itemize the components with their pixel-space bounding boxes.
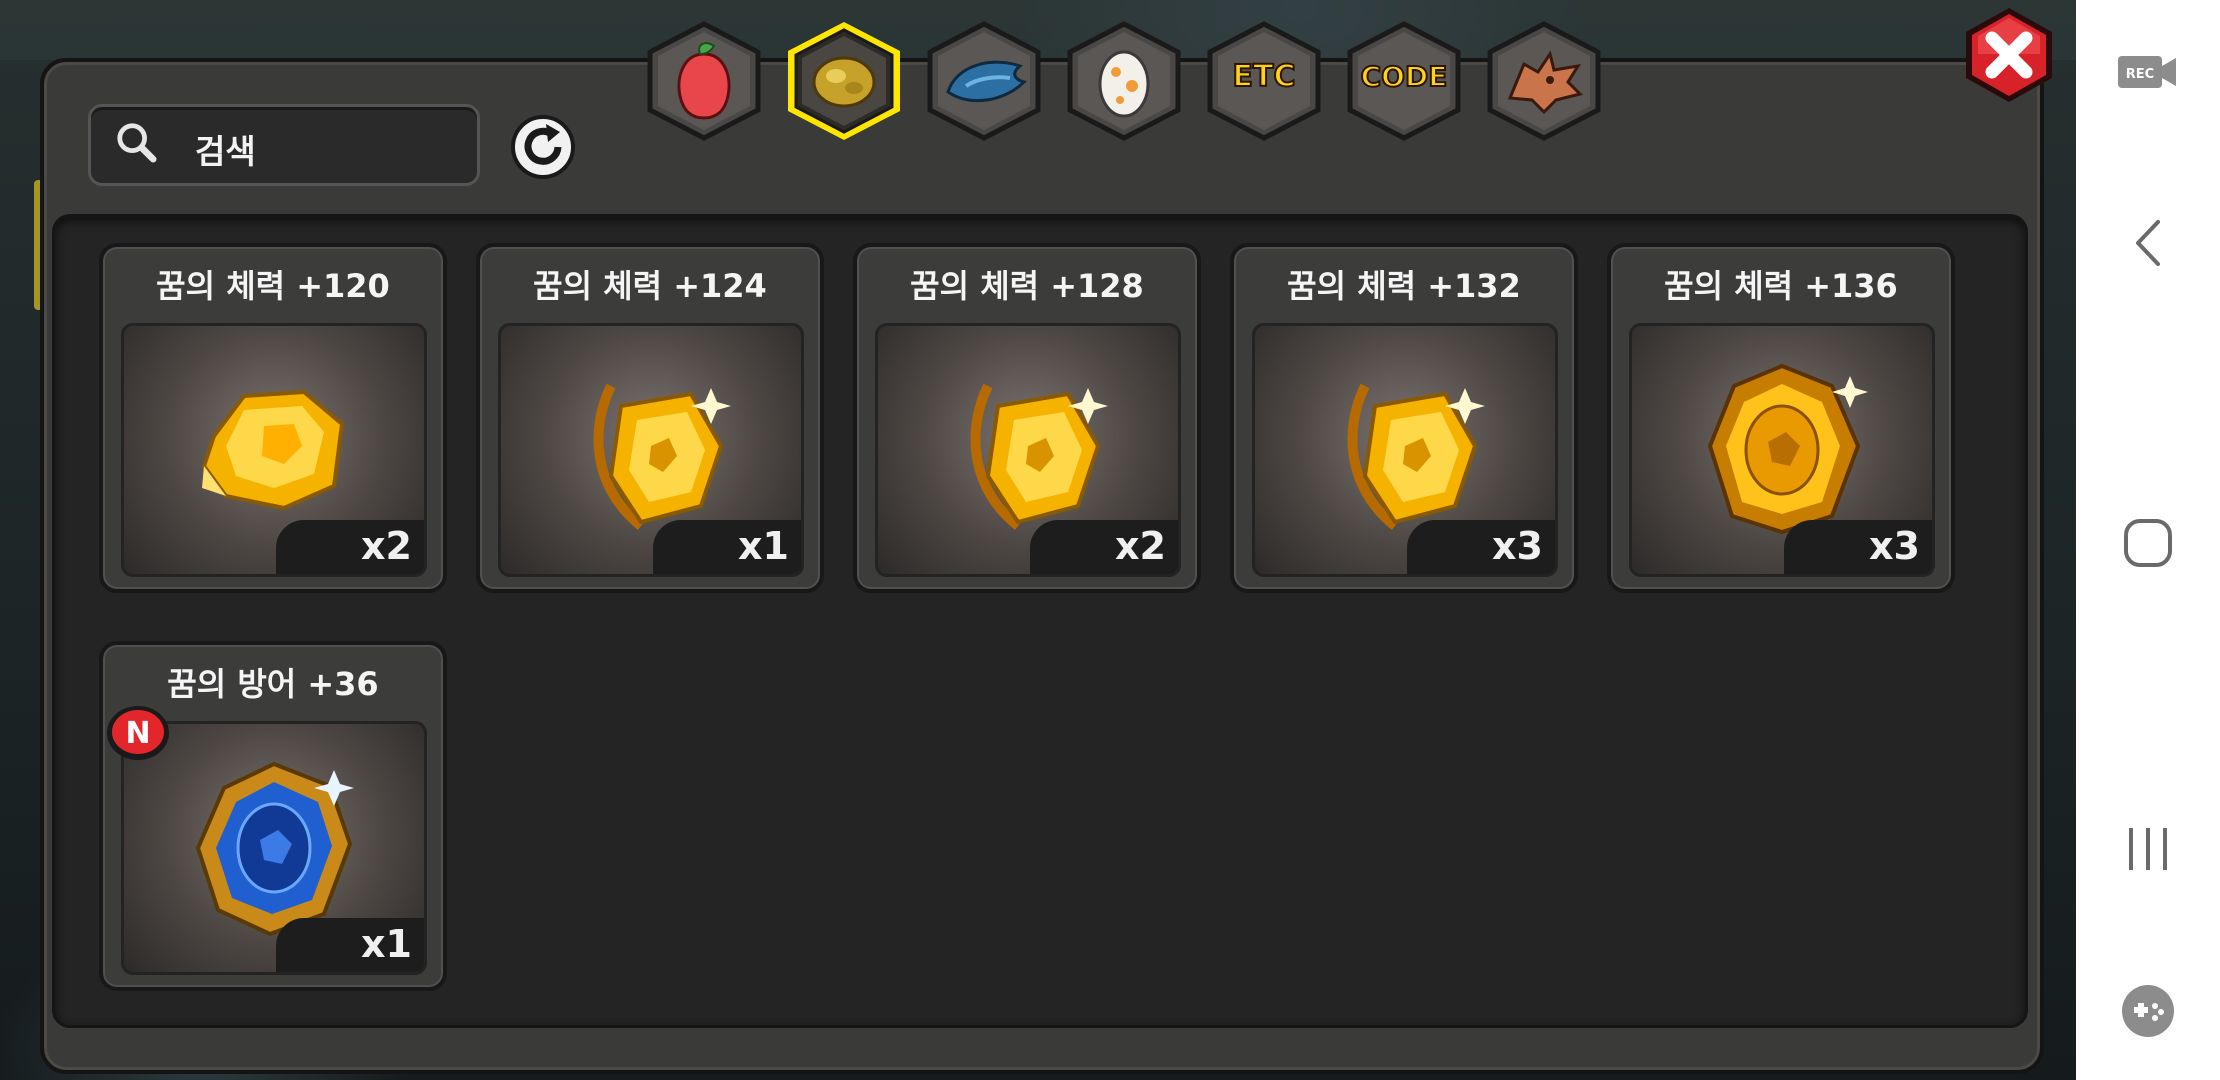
refresh-icon[interactable] xyxy=(508,112,578,182)
new-badge: N xyxy=(107,706,169,760)
new-badge-label: N xyxy=(125,716,150,751)
game-tools-icon xyxy=(2122,985,2174,1037)
tab-fruit[interactable] xyxy=(640,20,768,142)
tab-etc-label: ETC xyxy=(1232,58,1297,95)
record-label: REC xyxy=(2126,67,2154,82)
item-image-frame: x2 xyxy=(875,323,1181,577)
recents-icon xyxy=(2129,828,2167,870)
quantity-badge: x3 xyxy=(1407,520,1555,574)
gold-dragon-gem-icon xyxy=(1347,383,1485,530)
tab-egg[interactable] xyxy=(1060,20,1188,142)
gold-raw-gem-icon xyxy=(201,389,345,511)
gold-dragon-gem-icon xyxy=(593,383,731,530)
item-title: 꿈의 체력 +132 xyxy=(1287,267,1521,305)
item-card[interactable]: 꿈의 체력 +128 x2 xyxy=(853,243,1201,593)
home-icon xyxy=(2124,519,2172,567)
close-button[interactable] xyxy=(1960,6,2058,104)
home-button[interactable] xyxy=(2076,518,2220,568)
search-box[interactable]: 검색 xyxy=(88,104,480,186)
item-quantity: x2 xyxy=(361,524,412,568)
item-card[interactable]: 꿈의 방어 +36 x1 N xyxy=(99,641,447,991)
item-quantity: x1 xyxy=(361,922,412,966)
item-card[interactable]: 꿈의 체력 +124 x1 xyxy=(476,243,824,593)
search-input[interactable]: 검색 xyxy=(195,125,256,173)
tab-dragon-egg-blue[interactable] xyxy=(920,20,1048,142)
item-title: 꿈의 방어 +36 xyxy=(167,665,379,703)
item-grid: 꿈의 체력 +120 x2 꿈의 체력 +124 x1 꿈의 체력 +128 x… xyxy=(52,214,2028,1028)
tab-code-label: CODE xyxy=(1360,59,1449,94)
search-icon xyxy=(117,123,157,163)
item-quantity: x3 xyxy=(1869,524,1920,568)
item-quantity: x3 xyxy=(1492,524,1543,568)
gem-icon xyxy=(812,56,876,108)
quantity-badge: x2 xyxy=(1030,520,1178,574)
record-icon: REC xyxy=(2118,56,2176,88)
blue-dragon-wing-icon xyxy=(946,60,1027,103)
item-title: 꿈의 체력 +124 xyxy=(533,267,767,305)
gold-dragon-gem-icon xyxy=(970,383,1108,530)
quantity-badge: x2 xyxy=(276,520,424,574)
item-title: 꿈의 체력 +136 xyxy=(1664,267,1898,305)
tab-gem[interactable] xyxy=(780,20,908,142)
back-icon xyxy=(2136,220,2160,266)
item-image-frame: x3 xyxy=(1252,323,1558,577)
quantity-badge: x1 xyxy=(653,520,801,574)
record-button[interactable]: REC xyxy=(2076,52,2220,92)
tab-code[interactable]: CODE xyxy=(1340,20,1468,142)
item-title: 꿈의 체력 +120 xyxy=(156,267,390,305)
item-quantity: x2 xyxy=(1115,524,1166,568)
item-card[interactable]: 꿈의 체력 +136 x3 xyxy=(1607,243,1955,593)
blue-framed-gem-icon xyxy=(195,761,354,937)
system-navbar: REC xyxy=(2076,0,2220,1080)
item-card[interactable]: 꿈의 체력 +132 x3 xyxy=(1230,243,1578,593)
gold-framed-gem-icon xyxy=(1707,363,1868,535)
quantity-badge: x1 xyxy=(276,918,424,972)
item-image-frame: x1 xyxy=(498,323,804,577)
item-card[interactable]: 꿈의 체력 +120 x2 xyxy=(99,243,447,593)
dragon-head-icon xyxy=(1507,50,1583,115)
game-tools-button[interactable] xyxy=(2076,984,2220,1038)
tab-etc[interactable]: ETC xyxy=(1200,20,1328,142)
tab-dragon[interactable] xyxy=(1480,20,1608,142)
item-image-frame: x3 xyxy=(1629,323,1935,577)
back-button[interactable] xyxy=(2076,218,2220,268)
recents-button[interactable] xyxy=(2076,824,2220,874)
fruit-icon xyxy=(677,42,731,120)
item-quantity: x1 xyxy=(738,524,789,568)
item-image-frame: x2 xyxy=(121,323,427,577)
item-title: 꿈의 체력 +128 xyxy=(910,267,1144,305)
egg-icon xyxy=(1098,50,1150,118)
quantity-badge: x3 xyxy=(1784,520,1932,574)
